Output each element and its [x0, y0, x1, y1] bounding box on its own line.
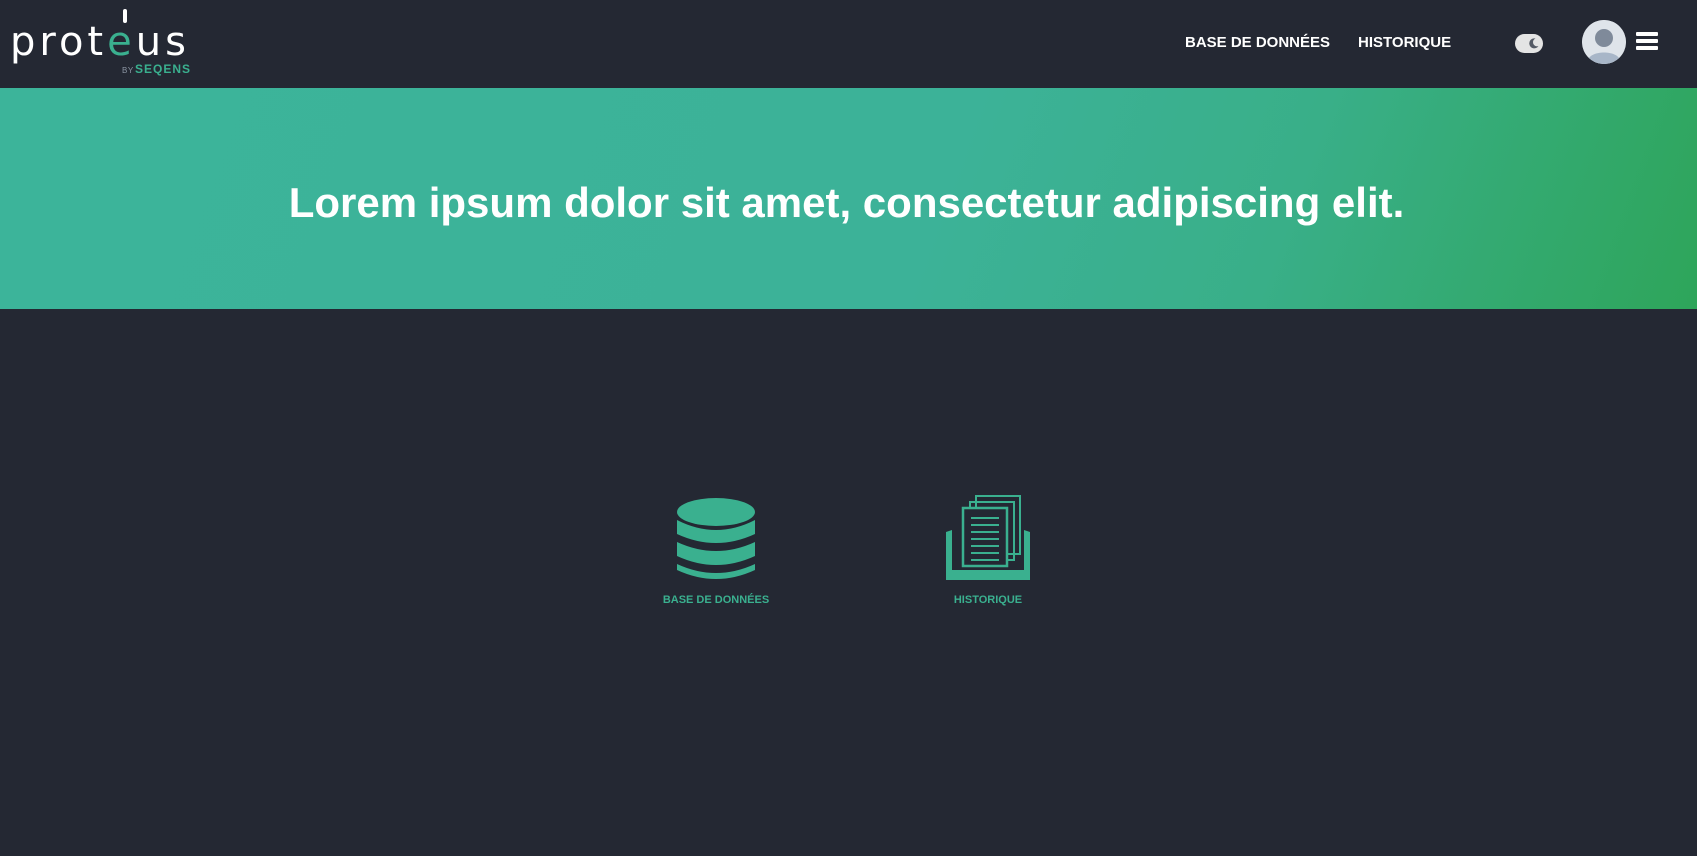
tile-history[interactable]: HISTORIQUE [918, 494, 1058, 609]
nav-link-history[interactable]: HISTORIQUE [1358, 34, 1451, 52]
menu-bar [1636, 32, 1658, 36]
proteus-logo[interactable]: proteus BY SEQENS [10, 6, 195, 78]
tile-database-label: BASE DE DONNÉES [662, 594, 770, 606]
logo-word-accent: e [107, 19, 136, 65]
menu-bar [1636, 46, 1658, 50]
nav-link-database[interactable]: BASE DE DONNÉES [1185, 34, 1330, 52]
user-avatar[interactable] [1582, 20, 1626, 64]
logo-by-text: BY [122, 66, 134, 75]
documents-tray-icon [918, 494, 1058, 586]
logo-word-start: prot [10, 19, 108, 65]
hero-banner: Lorem ipsum dolor sit amet, consectetur … [0, 88, 1697, 309]
moon-icon [1529, 38, 1539, 49]
top-navbar: proteus BY SEQENS BASE DE DONNÉES HISTOR… [0, 0, 1697, 88]
banner-title: Lorem ipsum dolor sit amet, consectetur … [288, 179, 1405, 226]
logo-wordmark: proteus [10, 20, 190, 64]
hamburger-menu-icon[interactable] [1636, 32, 1658, 50]
theme-toggle[interactable] [1515, 34, 1543, 53]
menu-bar [1636, 39, 1658, 43]
database-icon [646, 494, 786, 586]
logo-brand-text: SEQENS [135, 62, 192, 76]
tile-history-label: HISTORIQUE [953, 594, 1023, 606]
user-avatar-icon [1582, 20, 1626, 64]
tile-database[interactable]: BASE DE DONNÉES [646, 494, 786, 609]
logo-word-end: us [135, 19, 190, 65]
